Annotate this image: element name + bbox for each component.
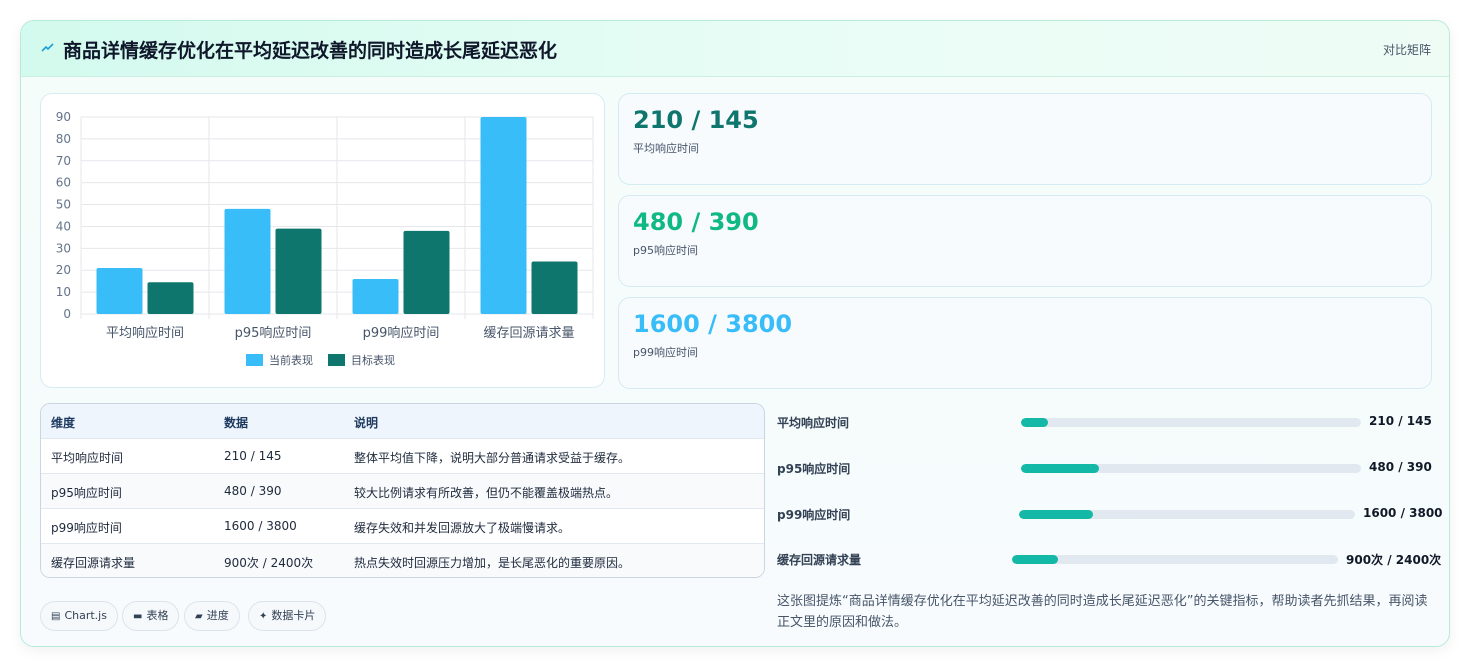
table-row: 缓存回源请求量 900次 / 2400次 热点失效时回源压力增加，是长尾恶化的重…: [41, 544, 764, 577]
x-tick-label: p95响应时间: [235, 325, 312, 341]
table-cell: 480 / 390: [224, 484, 282, 498]
kpi-card-p95: 480 / 390 p95响应时间: [618, 195, 1432, 287]
progress-track: [1012, 555, 1338, 564]
bar-target: [531, 261, 578, 314]
table-header-cell: 维度: [51, 416, 76, 430]
kpi-label: p99响应时间: [633, 346, 698, 359]
progress-label: 平均响应时间: [777, 416, 850, 430]
progress-icon: ▰: [195, 611, 203, 622]
y-tick-label: 10: [56, 285, 71, 299]
bar-current: [96, 268, 143, 314]
progress-fill: [1021, 418, 1049, 427]
table-icon: ▬: [133, 611, 143, 622]
table-header-cell: 说明: [354, 416, 379, 430]
legend-swatch: [246, 354, 263, 366]
kpi-card-p99: 1600 / 3800 p99响应时间: [618, 297, 1432, 389]
table-cell: 热点失效时回源压力增加，是长尾恶化的重要原因。: [354, 556, 631, 570]
bar-chart: 0 10 20 30 40 50 60 70 80 90 平均响应时间 p95响应时间 p99响应时间 缓…: [56, 110, 594, 367]
progress-track: [1021, 464, 1361, 473]
progress-row: 缓存回源请求量 900次 / 2400次: [777, 549, 1449, 569]
table-cell: 整体平均值下降，说明大部分普通请求受益于缓存。: [354, 451, 631, 465]
metrics-table: 维度 数据 说明 平均响应时间 210 / 145 整体平均值下降，说明大部分普…: [40, 403, 765, 578]
table-cell: 缓存失效和并发回源放大了极端慢请求。: [354, 521, 571, 535]
legend-swatch: [328, 354, 345, 366]
y-tick-label: 90: [56, 110, 71, 124]
x-tick-label: 平均响应时间: [106, 325, 184, 341]
page-title: 商品详情缓存优化在平均延迟改善的同时造成长尾延迟恶化: [63, 40, 558, 62]
bar-chart-panel: 0 10 20 30 40 50 60 70 80 90 平均响应时间 p95响应时间 p99响应时间 缓…: [40, 93, 605, 388]
bar-target: [147, 282, 194, 314]
chip-label: Chart.js: [64, 609, 107, 622]
bar-target: [403, 230, 450, 314]
y-tick-label: 70: [56, 154, 71, 168]
y-tick-label: 60: [56, 176, 71, 190]
y-tick-label: 0: [63, 307, 71, 321]
kpi-value: 1600 / 3800: [633, 310, 793, 338]
kpi-value: 210 / 145: [633, 106, 759, 134]
progress-track: [1021, 418, 1361, 427]
kpi-label: 平均响应时间: [633, 142, 699, 155]
y-tick-label: 50: [56, 198, 71, 212]
card-header: 商品详情缓存优化在平均延迟改善的同时造成长尾延迟恶化 对比矩阵: [21, 21, 1449, 77]
chip-label: 进度: [206, 609, 229, 622]
table-row: p95响应时间 480 / 390 较大比例请求有所改善，但仍不能覆盖极端热点。: [41, 474, 764, 509]
kpi-label: p95响应时间: [633, 244, 698, 257]
table-row: p99响应时间 1600 / 3800 缓存失效和并发回源放大了极端慢请求。: [41, 509, 764, 544]
table-header-cell: 数据: [224, 416, 249, 430]
chip-label: 表格: [146, 609, 169, 622]
progress-track: [1019, 510, 1355, 519]
progress-value: 900次 / 2400次: [1346, 553, 1442, 567]
table-header-row: 维度 数据 说明: [41, 404, 764, 439]
bar-target: [275, 228, 322, 314]
progress-value: 1600 / 3800: [1363, 506, 1443, 520]
table-cell: 210 / 145: [224, 449, 282, 463]
progress-fill: [1021, 464, 1100, 473]
table-cell: 900次 / 2400次: [224, 556, 314, 570]
progress-fill: [1019, 510, 1093, 519]
x-tick-label: 缓存回源请求量: [483, 326, 574, 341]
table-cell: 平均响应时间: [51, 451, 124, 465]
table-cell: 较大比例请求有所改善，但仍不能覆盖极端热点。: [354, 486, 619, 500]
y-tick-label: 30: [56, 241, 71, 255]
chip-progress[interactable]: ▰ 进度: [184, 601, 240, 631]
progress-row: p99响应时间 1600 / 3800: [777, 504, 1449, 524]
trend-icon: [41, 43, 54, 52]
progress-value: 480 / 390: [1369, 460, 1432, 474]
chip-table[interactable]: ▬ 表格: [122, 601, 180, 631]
chip-data-card[interactable]: ✦ 数据卡片: [248, 601, 327, 631]
kpi-value: 480 / 390: [633, 208, 759, 236]
progress-fill: [1012, 555, 1058, 564]
progress-label: 缓存回源请求量: [777, 553, 862, 567]
table-cell: p99响应时间: [51, 521, 122, 535]
chip-label: 数据卡片: [271, 609, 316, 622]
chart-icon: ▤: [51, 611, 61, 622]
view-tag[interactable]: 对比矩阵: [1383, 41, 1431, 58]
summary-card: 商品详情缓存优化在平均延迟改善的同时造成长尾延迟恶化 对比矩阵 0 10 20 30 4…: [20, 20, 1450, 647]
chip-chartjs[interactable]: ▤ Chart.js: [40, 601, 118, 631]
sparkle-icon: ✦: [259, 611, 268, 622]
table-row: 平均响应时间 210 / 145 整体平均值下降，说明大部分普通请求受益于缓存。: [41, 439, 764, 474]
y-tick-label: 40: [56, 219, 71, 233]
progress-row: 平均响应时间 210 / 145: [777, 412, 1449, 432]
table-cell: p95响应时间: [51, 486, 122, 500]
y-tick-label: 20: [56, 263, 71, 277]
progress-value: 210 / 145: [1369, 414, 1432, 428]
bar-current: [224, 208, 271, 314]
table-cell: 缓存回源请求量: [51, 556, 136, 570]
legend-label: 当前表现: [269, 353, 313, 367]
progress-label: p95响应时间: [777, 462, 851, 476]
bar-current: [352, 278, 399, 314]
table-cell: 1600 / 3800: [224, 519, 297, 533]
progress-label: p99响应时间: [777, 508, 851, 522]
y-tick-label: 80: [56, 132, 71, 146]
progress-row: p95响应时间 480 / 390: [777, 458, 1449, 478]
summary-note: 这张图提炼“商品详情缓存优化在平均延迟改善的同时造成长尾延迟恶化”的关键指标，帮…: [777, 594, 1428, 630]
x-tick-label: p99响应时间: [363, 325, 440, 341]
kpi-card-avg: 210 / 145 平均响应时间: [618, 93, 1432, 185]
legend-label: 目标表现: [351, 353, 395, 367]
bar-current: [480, 117, 527, 314]
